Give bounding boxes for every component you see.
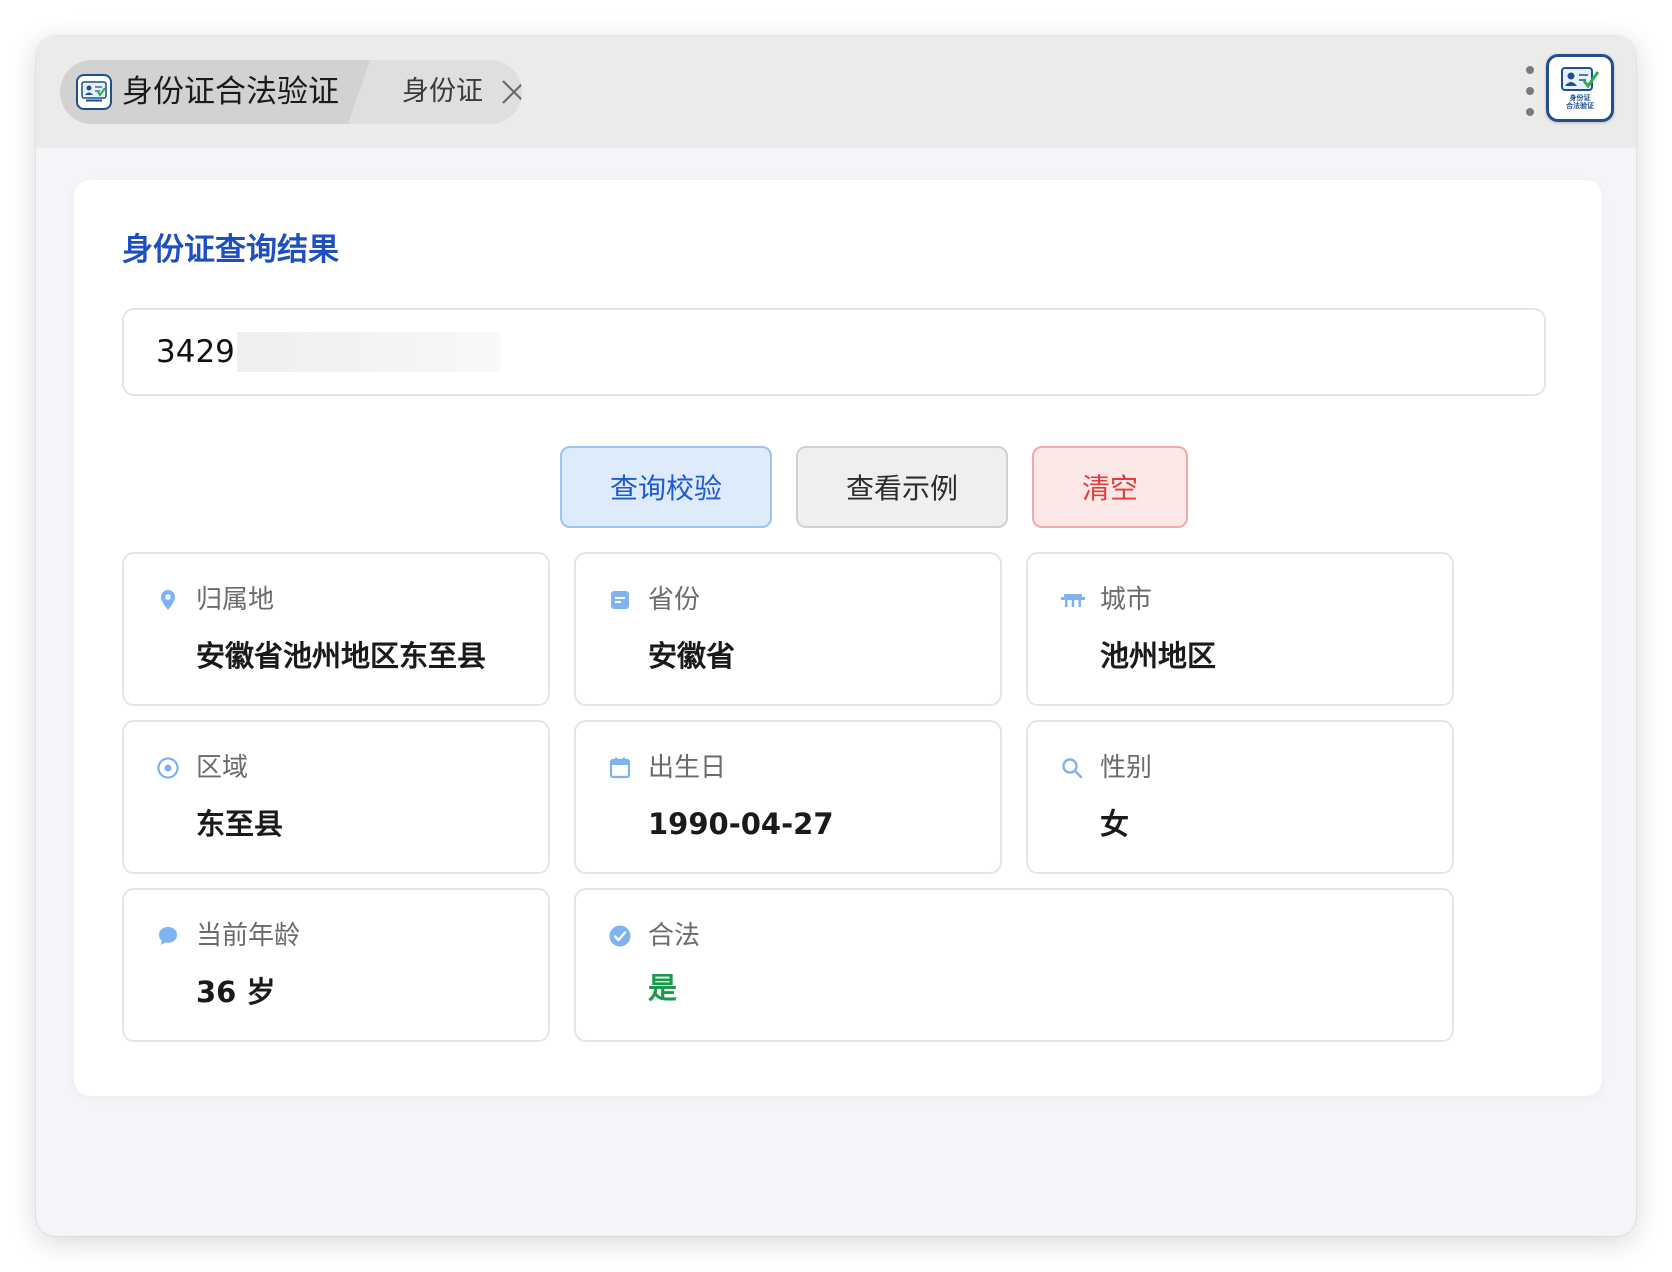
target-icon	[156, 756, 180, 780]
title-bar: 身份证合法验证 身份证 身份证 合法验证	[36, 36, 1636, 148]
id-number-value: 3429	[156, 334, 235, 370]
redacted-digits	[236, 332, 501, 372]
app-icon	[76, 74, 112, 110]
province-value: 安徽省	[648, 639, 736, 673]
info-card-city: 城市 池州地区	[1026, 552, 1454, 706]
city-label: 城市	[1100, 585, 1153, 615]
location-pin-icon	[156, 588, 180, 612]
app-icon-caption-2: 合法验证	[1566, 102, 1594, 110]
query-button[interactable]: 查询校验	[560, 446, 772, 528]
info-card-gender: 性别 女	[1026, 720, 1454, 874]
province-label: 省份	[648, 585, 701, 615]
info-card-province: 省份 安徽省	[574, 552, 1002, 706]
info-card-location: 归属地 安徽省池州地区东至县	[122, 552, 550, 706]
tab-group: 身份证合法验证 身份证	[60, 60, 522, 124]
age-label: 当前年龄	[196, 921, 301, 951]
location-label: 归属地	[196, 585, 275, 615]
district-value: 东至县	[196, 807, 284, 841]
app-icon-large[interactable]: 身份证 合法验证	[1546, 54, 1614, 122]
gender-label: 性别	[1100, 753, 1153, 783]
search-icon	[1060, 756, 1084, 780]
age-value: 36 岁	[196, 975, 276, 1009]
gender-value: 女	[1100, 807, 1130, 841]
building-icon	[1060, 588, 1085, 612]
id-number-input[interactable]: 3429	[122, 308, 1546, 396]
result-card: 身份证查询结果 3429 查询校验 查看示例 清空 归属地 安徽省池州地区东至县	[74, 180, 1602, 1096]
app-icon-caption-1: 身份证	[1569, 94, 1591, 102]
info-card-age: 当前年龄 36 岁	[122, 888, 550, 1042]
birthday-label: 出生日	[648, 753, 727, 783]
clear-button[interactable]: 清空	[1032, 446, 1188, 528]
check-circle-icon	[608, 924, 632, 948]
district-label: 区域	[196, 753, 249, 783]
tab-title[interactable]: 身份证合法验证	[122, 70, 339, 114]
close-icon[interactable]	[500, 78, 522, 106]
location-value: 安徽省池州地区东至县	[196, 639, 487, 673]
info-card-district: 区域 东至县	[122, 720, 550, 874]
calendar-icon	[608, 756, 632, 780]
info-card-birthday: 出生日 1990-04-27	[574, 720, 1002, 874]
chat-bubble-icon	[156, 924, 180, 948]
view-example-button[interactable]: 查看示例	[796, 446, 1008, 528]
city-value: 池州地区	[1100, 639, 1217, 673]
app-window: 身份证合法验证 身份证 身份证 合法验证 身份证查询结果 3429 查询校验 查…	[36, 36, 1636, 1236]
more-options-icon[interactable]	[1522, 66, 1538, 116]
document-icon	[608, 588, 632, 612]
tab-subtitle[interactable]: 身份证	[402, 72, 483, 112]
legal-value: 是	[648, 971, 678, 1005]
legal-label: 合法	[648, 921, 701, 951]
page-title: 身份证查询结果	[122, 232, 339, 268]
info-card-legal: 合法 是	[574, 888, 1454, 1042]
birthday-value: 1990-04-27	[648, 807, 834, 841]
